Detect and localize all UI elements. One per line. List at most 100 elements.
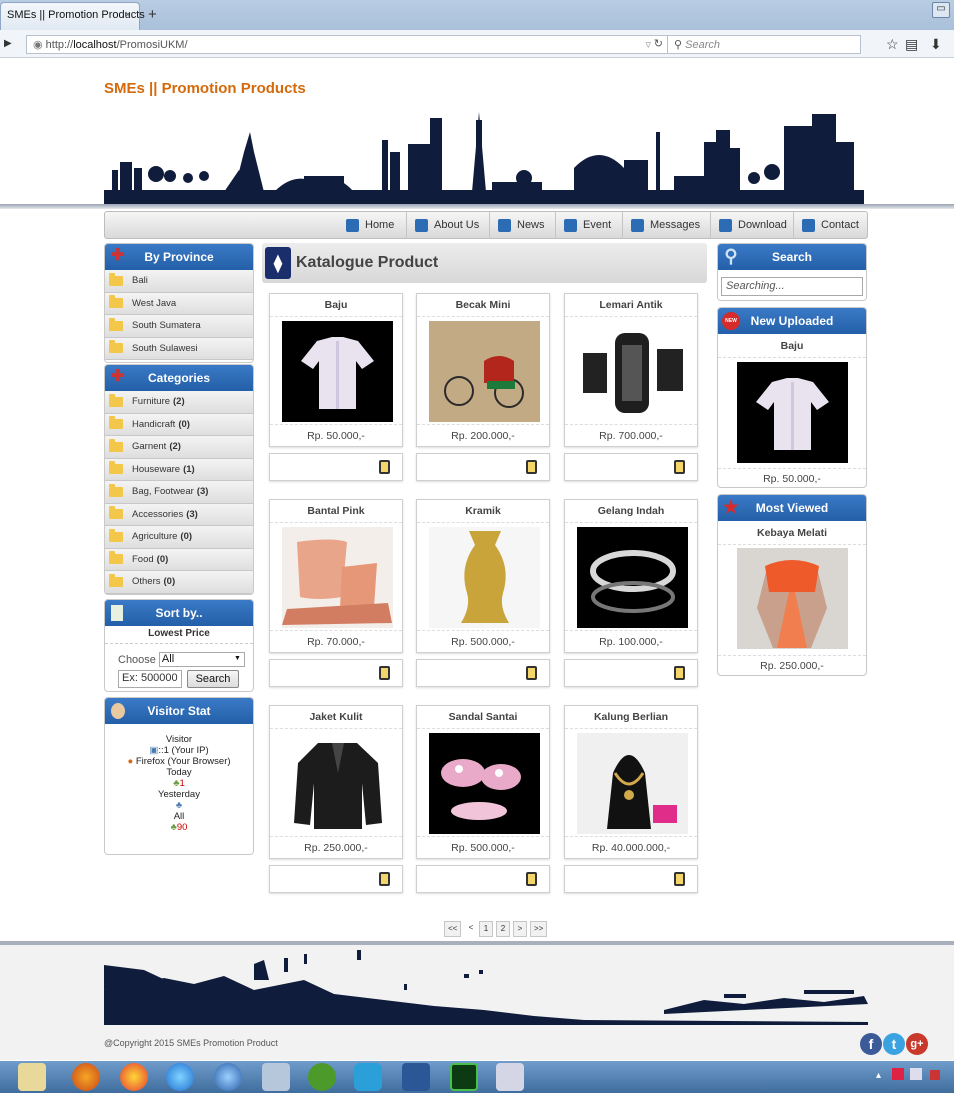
product-image-bracelet <box>577 527 688 628</box>
province-item-west-java[interactable]: West Java <box>105 292 253 315</box>
most-viewed-image-kebaya[interactable] <box>737 548 848 649</box>
ie-icon[interactable] <box>166 1063 194 1091</box>
cart-icon[interactable] <box>379 460 390 474</box>
price-input[interactable]: Ex: 500000 <box>118 670 182 688</box>
dreamweaver-icon[interactable] <box>450 1063 478 1091</box>
new-badge-icon: NEW <box>722 312 740 330</box>
event-icon <box>564 218 577 232</box>
window-minimize-button[interactable]: ▭ <box>932 2 950 18</box>
all-count: ♣90 <box>170 822 188 833</box>
search-heading: ⚲ Search <box>718 244 866 270</box>
monument-icon: ✚ <box>111 247 125 264</box>
cart-icon[interactable] <box>379 872 390 886</box>
menu-news[interactable]: News <box>489 211 549 239</box>
product-card[interactable]: Becak Mini Rp. 200.000,- <box>416 293 550 447</box>
menu-about-us[interactable]: About Us <box>406 211 483 239</box>
visual-studio-icon[interactable] <box>496 1063 524 1091</box>
new-tab-button[interactable]: + <box>148 6 157 23</box>
category-item[interactable]: Agriculture (0) <box>105 526 253 549</box>
new-product-image-shirt[interactable] <box>737 362 848 463</box>
category-item[interactable]: Others (0) <box>105 571 253 594</box>
category-item[interactable]: Handicraft (0) <box>105 413 253 436</box>
bookmarks-menu-icon[interactable]: ▤ <box>905 36 918 53</box>
menu-download[interactable]: Download <box>710 211 793 239</box>
bookmark-star-icon[interactable]: ☆ <box>886 36 899 53</box>
cart-icon[interactable] <box>674 460 685 474</box>
cart-icon[interactable] <box>379 666 390 680</box>
download-icon[interactable]: ⬇ <box>930 36 942 53</box>
product-card[interactable]: Lemari Antik Rp. 700.000,- <box>564 293 698 447</box>
tab-close-button[interactable]: × <box>125 9 131 21</box>
add-to-cart-bar <box>269 659 403 687</box>
product-name: Kramik <box>417 500 549 523</box>
app-icon[interactable] <box>262 1063 290 1091</box>
product-price: Rp. 40.000.000,- <box>565 836 697 858</box>
cart-icon[interactable] <box>674 872 685 886</box>
page-next[interactable]: > <box>513 921 527 937</box>
add-to-cart-bar <box>564 865 698 893</box>
product-card[interactable]: Kalung Berlian Rp. 40.000.000,- <box>564 705 698 859</box>
sort-heading: Sort by.. <box>105 600 253 626</box>
province-item-bali[interactable]: Bali <box>105 270 253 293</box>
product-card[interactable]: Bantal Pink Rp. 70.000,- <box>269 499 403 653</box>
browser-search-field[interactable]: ⚲ Search <box>667 35 861 54</box>
globe-icon: ◉ <box>33 39 46 51</box>
utorrent-icon[interactable] <box>308 1063 336 1091</box>
category-item[interactable]: Garnent (2) <box>105 436 253 459</box>
twitter-icon[interactable]: t <box>883 1033 905 1055</box>
catalogue-title: Katalogue Product <box>296 254 439 271</box>
tray-volume-icon[interactable] <box>930 1070 940 1080</box>
new-product-name: Baju <box>718 340 866 358</box>
sort-search-button[interactable]: Search <box>187 670 239 688</box>
chrome-icon[interactable] <box>120 1063 148 1091</box>
province-item-south-sulawesi[interactable]: South Sulawesi <box>105 337 253 360</box>
product-card[interactable]: Gelang Indah Rp. 100.000,- <box>564 499 698 653</box>
facebook-icon[interactable]: f <box>860 1033 882 1055</box>
skype-icon[interactable] <box>354 1063 382 1091</box>
category-item[interactable]: Furniture (2) <box>105 391 253 414</box>
menu-contact[interactable]: Contact <box>793 211 867 239</box>
category-item[interactable]: Houseware (1) <box>105 458 253 481</box>
explorer-icon[interactable] <box>18 1063 46 1091</box>
cart-icon[interactable] <box>674 666 685 680</box>
yesterday-label: Yesterday <box>158 789 200 800</box>
messages-icon <box>631 218 644 232</box>
tray-flag-icon[interactable] <box>892 1068 904 1080</box>
word-icon[interactable] <box>402 1063 430 1091</box>
tray-network-icon[interactable] <box>910 1068 922 1080</box>
menu-event[interactable]: Event <box>555 211 617 239</box>
back-icon[interactable]: ▶ <box>4 38 12 49</box>
firefox-taskbar-icon[interactable] <box>72 1063 100 1091</box>
menu-home[interactable]: Home <box>338 211 406 239</box>
category-item[interactable]: Food (0) <box>105 548 253 571</box>
province-item-south-sumatera[interactable]: South Sumatera <box>105 315 253 338</box>
product-card[interactable]: Jaket Kulit Rp. 250.000,- <box>269 705 403 859</box>
address-bar[interactable]: ◉ http://localhost/PromosiUKM/ ▿ ↻ <box>26 35 694 54</box>
page-1[interactable]: 1 <box>479 921 493 937</box>
cart-icon[interactable] <box>526 460 537 474</box>
category-item[interactable]: Bag, Footwear (3) <box>105 481 253 504</box>
product-card[interactable]: Baju Rp. 50.000,- <box>269 293 403 447</box>
category-select[interactable]: All ▼ <box>158 652 245 667</box>
category-item[interactable]: Accessories (3) <box>105 503 253 526</box>
dropdown-icon[interactable]: ▿ <box>645 38 651 51</box>
folder-icon <box>109 461 123 475</box>
page-first[interactable]: << <box>444 921 462 937</box>
product-card[interactable]: Kramik Rp. 500.000,- <box>416 499 550 653</box>
browser-tab[interactable]: SMEs || Promotion Products × <box>0 2 145 30</box>
folder-icon <box>109 340 123 354</box>
product-image-sandal <box>429 733 540 834</box>
product-card[interactable]: Sandal Santai Rp. 500.000,- <box>416 705 550 859</box>
reload-icon[interactable]: ↻ <box>654 37 663 50</box>
tray-expand-icon[interactable]: ▴ <box>876 1070 881 1081</box>
page-2[interactable]: 2 <box>496 921 510 937</box>
cart-icon[interactable] <box>526 666 537 680</box>
cart-icon[interactable] <box>526 872 537 886</box>
google-plus-icon[interactable]: g+ <box>906 1033 928 1055</box>
menu-messages[interactable]: Messages <box>622 211 710 239</box>
safari-icon[interactable] <box>214 1063 242 1091</box>
page-last[interactable]: >> <box>530 921 548 937</box>
page-prev[interactable]: < <box>464 921 478 937</box>
news-icon <box>498 218 511 232</box>
sidebar-search-input[interactable]: Searching... <box>721 277 863 296</box>
